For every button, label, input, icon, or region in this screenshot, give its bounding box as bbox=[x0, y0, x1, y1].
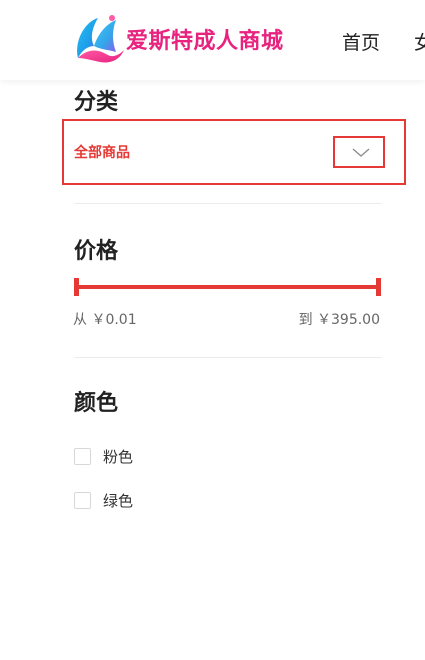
page: 爱斯特成人商城 首页 女 分类 全部商品 价格 从 ￥0.01 到 ￥395.0… bbox=[0, 0, 425, 660]
color-green-checkbox[interactable] bbox=[74, 492, 91, 509]
color-option-label: 绿色 bbox=[103, 492, 134, 510]
color-option-label: 粉色 bbox=[103, 448, 134, 466]
brand-name: 爱斯特成人商城 bbox=[126, 29, 284, 54]
price-range-max-handle[interactable] bbox=[376, 278, 381, 296]
category-selected-value: 全部商品 bbox=[74, 145, 130, 161]
section-divider bbox=[74, 203, 382, 204]
color-option-pink[interactable]: 粉色 bbox=[74, 446, 133, 467]
nav-link-women[interactable]: 女 bbox=[414, 28, 425, 55]
category-heading: 分类 bbox=[74, 90, 119, 115]
price-range-track[interactable] bbox=[75, 285, 381, 289]
site-logo-link[interactable]: 爱斯特成人商城 bbox=[72, 12, 284, 66]
color-heading: 颜色 bbox=[74, 391, 119, 416]
price-heading: 价格 bbox=[74, 239, 119, 264]
color-option-green[interactable]: 绿色 bbox=[74, 490, 133, 511]
brand-logo-icon bbox=[77, 15, 124, 63]
price-range-min-handle[interactable] bbox=[74, 278, 79, 296]
color-pink-checkbox[interactable] bbox=[74, 448, 91, 465]
price-min-label: 从 ￥0.01 bbox=[73, 312, 137, 328]
price-max-label: 到 ￥395.00 bbox=[298, 312, 380, 328]
chevron-down-icon bbox=[352, 148, 370, 157]
category-dropdown-button[interactable] bbox=[333, 136, 385, 168]
section-divider bbox=[74, 357, 382, 358]
site-header: 爱斯特成人商城 首页 女 bbox=[0, 0, 425, 80]
nav-link-home[interactable]: 首页 bbox=[342, 28, 380, 55]
